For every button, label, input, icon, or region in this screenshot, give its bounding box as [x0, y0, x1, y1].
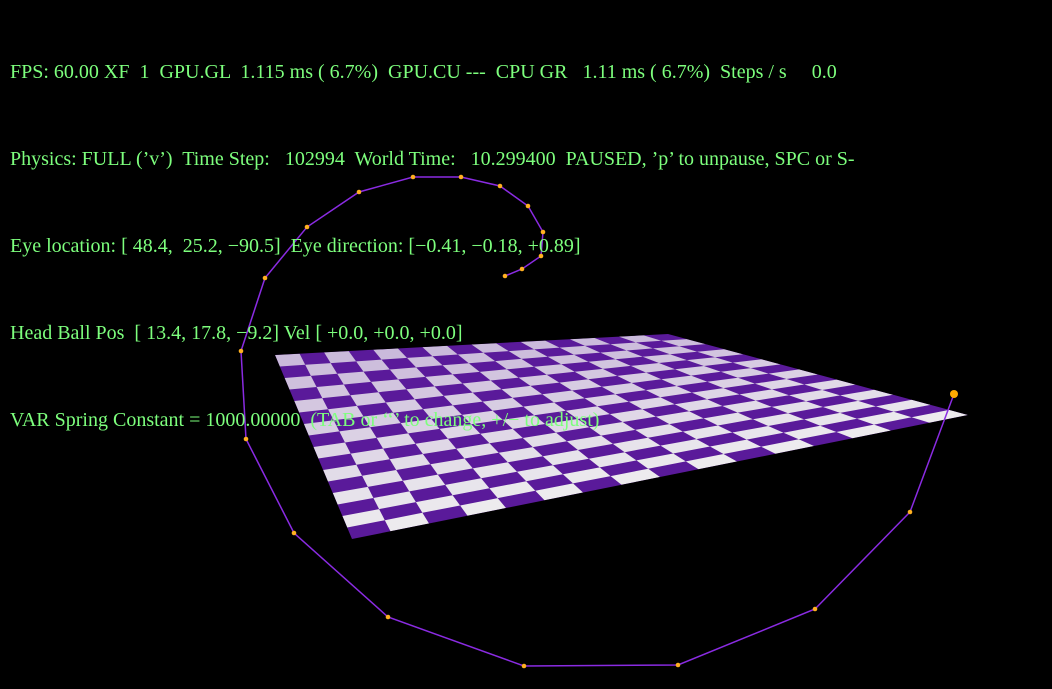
hud-head-ball-line: Head Ball Pos [ 13.4, 17.8, −9.2] Vel [ …: [10, 322, 463, 344]
spring-node: [675, 662, 681, 668]
spring-node: [812, 606, 818, 612]
simulation-viewport[interactable]: FPS: 60.00 XF 1 GPU.GL 1.115 ms ( 6.7%) …: [0, 0, 1052, 689]
hud-var-line: VAR Spring Constant = 1000.00000 (TAB or…: [10, 409, 600, 431]
hud-fps-line: FPS: 60.00 XF 1 GPU.GL 1.115 ms ( 6.7%) …: [10, 61, 837, 83]
hud-eye-line: Eye location: [ 48.4, 25.2, −90.5] Eye d…: [10, 235, 581, 257]
spring-node: [907, 509, 913, 515]
spring-node: [291, 530, 297, 536]
hud-overlay: FPS: 60.00 XF 1 GPU.GL 1.115 ms ( 6.7%) …: [10, 0, 855, 493]
spring-node: [521, 663, 527, 669]
head-ball[interactable]: [950, 390, 958, 398]
spring-node: [385, 614, 391, 620]
hud-physics-line: Physics: FULL (’v’) Time Step: 102994 Wo…: [10, 148, 855, 170]
